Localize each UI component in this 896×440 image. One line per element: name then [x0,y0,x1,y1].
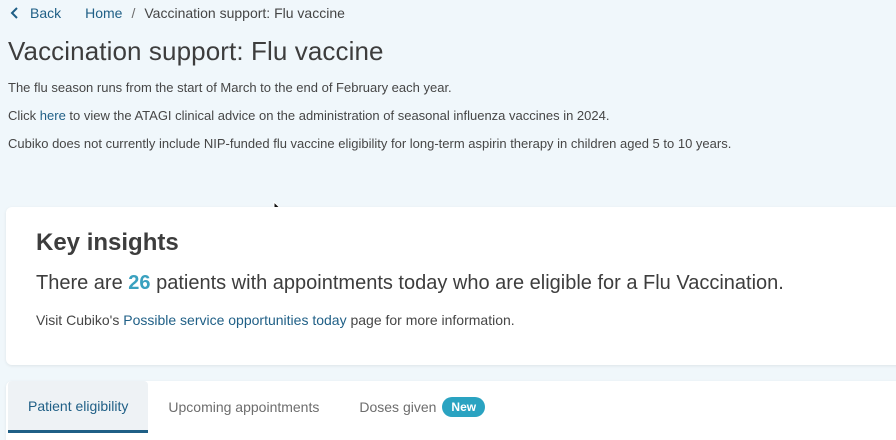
tab-doses-given[interactable]: Doses given New [339,381,505,433]
new-badge: New [442,397,486,417]
key-insights-card: Key insights There are 26 patients with … [6,207,896,365]
key-insights-summary: There are 26 patients with appointments … [36,272,784,295]
note-prefix: Visit Cubiko's [36,312,124,328]
breadcrumb-separator: / [131,5,136,21]
tab-upcoming-appointments[interactable]: Upcoming appointments [148,381,339,433]
summary-suffix: patients with appointments today who are… [150,272,784,294]
page-title: Vaccination support: Flu vaccine [8,36,384,66]
tab-label: Patient eligibility [28,397,129,414]
note-suffix: page for more information. [346,312,515,328]
back-link[interactable]: Back [10,5,61,21]
tab-label: Upcoming appointments [168,399,320,415]
breadcrumb-home-link[interactable]: Home [85,5,122,21]
atagi-advice-prefix: Click [8,108,40,123]
back-label: Back [30,5,62,21]
atagi-advice-link[interactable]: here [40,108,66,123]
tab-label: Doses given [359,399,437,415]
service-opportunities-link[interactable]: Possible service opportunities today [123,312,346,328]
breadcrumb-current: Vaccination support: Flu vaccine [144,5,345,21]
flu-season-text: The flu season runs from the start of Ma… [8,80,452,95]
key-insights-title: Key insights [36,229,179,256]
key-insights-note: Visit Cubiko's Possible service opportun… [36,312,515,328]
breadcrumb: Back Home / Vaccination support: Flu vac… [10,3,345,23]
atagi-advice-suffix: to view the ATAGI clinical advice on the… [65,108,610,123]
atagi-advice-text: Click here to view the ATAGI clinical ad… [8,108,609,123]
tab-bar: Patient eligibility Upcoming appointment… [6,381,896,440]
chevron-left-icon [10,6,22,20]
summary-prefix: There are [36,272,129,294]
tab-patient-eligibility[interactable]: Patient eligibility [8,381,149,433]
eligibility-note-text: Cubiko does not currently include NIP-fu… [8,136,732,151]
eligible-patient-count: 26 [128,272,151,294]
